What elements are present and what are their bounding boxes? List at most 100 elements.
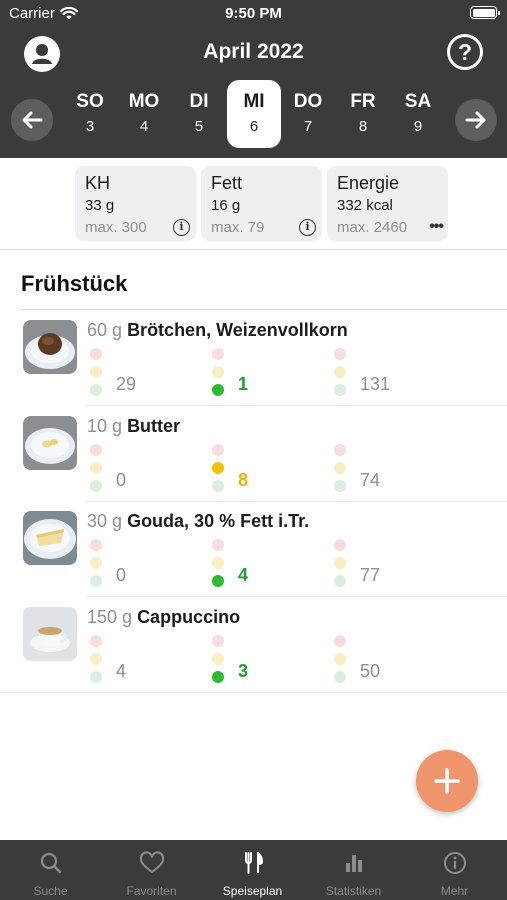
tab-label: Favoriten: [126, 884, 177, 898]
card-max: max. 300: [85, 219, 147, 236]
food-item[interactable]: 30 g Gouda, 30 % Fett i.Tr. 0 4 77: [0, 501, 507, 597]
carbs-traffic-light: [89, 539, 103, 593]
food-image: [23, 416, 77, 470]
food-title: 10 g Butter: [87, 416, 180, 437]
carbs-value: 0: [116, 565, 127, 585]
title-row: April 2022 ?: [0, 30, 507, 74]
card-max: max. 79: [211, 219, 265, 236]
carbs-card[interactable]: KH 33 g max. 300 i: [75, 166, 196, 241]
fat-traffic-light: [211, 635, 225, 689]
help-button[interactable]: ?: [447, 34, 483, 70]
next-week-button[interactable]: [455, 99, 497, 141]
fat-value: 3: [238, 661, 249, 681]
energy-value: 74: [360, 470, 381, 490]
food-amount: 30 g: [87, 511, 123, 531]
day-name: FR: [350, 91, 376, 112]
energy-card[interactable]: Energie 332 kcal max. 2460 •••: [327, 166, 448, 241]
fat-traffic-light: [211, 444, 225, 498]
food-item[interactable]: 60 g Brötchen, Weizenvollkorn 29 1 131: [0, 310, 507, 406]
day-name: DO: [293, 91, 323, 112]
day-number: 4: [139, 118, 149, 135]
food-title: 150 g Cappuccino: [87, 607, 240, 628]
day-so[interactable]: SO 3: [63, 80, 117, 148]
previous-week-button[interactable]: [11, 99, 53, 141]
carbs-value: 4: [116, 661, 127, 681]
food-name: Butter: [127, 416, 181, 436]
header: Carrier 9:50 PM April 2022 ? SO 3 MO 4 D…: [0, 0, 507, 158]
energy-value: 131: [360, 374, 391, 394]
food-title: 30 g Gouda, 30 % Fett i.Tr.: [87, 511, 309, 532]
carbs-value: 0: [116, 470, 127, 490]
tab-bar: Suche Favoriten Speiseplan Statistiken M…: [0, 840, 507, 900]
card-label: Fett: [211, 173, 243, 193]
day-di[interactable]: DI 5: [172, 80, 226, 148]
status-time: 9:50 PM: [225, 5, 282, 22]
carbs-value: 29: [116, 374, 137, 394]
carbs-traffic-light: [89, 348, 103, 402]
fork-knife-icon: [244, 852, 263, 874]
food-title: 60 g Brötchen, Weizenvollkorn: [87, 320, 348, 341]
day-do[interactable]: DO 7: [281, 80, 335, 148]
add-food-button[interactable]: [416, 750, 478, 812]
bar-chart-icon: [345, 855, 362, 872]
card-value: 16 g: [211, 197, 241, 214]
day-sa[interactable]: SA 9: [391, 80, 445, 148]
day-number: 5: [194, 118, 204, 135]
day-number: 7: [303, 118, 313, 135]
carbs-traffic-light: [89, 635, 103, 689]
food-name: Gouda, 30 % Fett i.Tr.: [127, 511, 310, 531]
month-title: April 2022: [203, 40, 304, 63]
heart-icon: [139, 851, 164, 873]
battery-icon: [470, 6, 500, 19]
food-amount: 10 g: [87, 416, 123, 436]
meal-title: Frühstück: [21, 271, 128, 296]
carbs-traffic-light: [89, 444, 103, 498]
status-bar: Carrier 9:50 PM: [0, 0, 507, 28]
food-amount: 150 g: [87, 607, 133, 627]
tab-favoriten[interactable]: Favoriten: [101, 840, 202, 900]
tab-suche[interactable]: Suche: [0, 840, 101, 900]
tab-speiseplan[interactable]: Speiseplan: [202, 840, 303, 900]
week-selector: SO 3 MO 4 DI 5 MI 6 DO 7 FR 8 SA 9: [0, 78, 507, 152]
info-icon[interactable]: i: [173, 219, 190, 236]
card-value: 33 g: [85, 197, 115, 214]
tab-label: Speiseplan: [222, 884, 283, 898]
day-name: SO: [76, 91, 104, 112]
card-label: Energie: [337, 173, 400, 193]
day-name: DI: [189, 91, 209, 112]
day-number: 3: [85, 118, 95, 135]
food-name: Cappuccino: [137, 607, 241, 627]
fat-value: 8: [238, 470, 249, 490]
card-max: max. 2460: [337, 219, 408, 236]
energy-traffic-light: [333, 539, 347, 593]
plus-icon: [434, 768, 460, 794]
divider: [0, 692, 507, 693]
day-mi-selected[interactable]: MI 6: [227, 80, 281, 148]
nutrient-summary: KH 33 g max. 300 i Fett 16 g max. 79 i E…: [0, 158, 507, 250]
card-label: KH: [85, 173, 111, 193]
food-amount: 60 g: [87, 320, 123, 340]
tab-label: Suche: [33, 884, 68, 898]
tab-mehr[interactable]: Mehr: [404, 840, 505, 900]
day-fr[interactable]: FR 8: [336, 80, 390, 148]
food-image: [23, 511, 77, 565]
tab-label: Mehr: [440, 884, 469, 898]
energy-value: 50: [360, 661, 381, 681]
food-item[interactable]: 10 g Butter 0 8 74: [0, 406, 507, 502]
arrow-right-icon: [465, 111, 486, 129]
fat-traffic-light: [211, 539, 225, 593]
day-name: MI: [243, 91, 265, 112]
arrow-left-icon: [22, 111, 43, 129]
day-mo[interactable]: MO 4: [117, 80, 171, 148]
info-icon: [443, 852, 466, 874]
tab-statistiken[interactable]: Statistiken: [303, 840, 404, 900]
more-icon[interactable]: •••: [429, 218, 444, 236]
day-number: 8: [358, 118, 368, 135]
fat-card[interactable]: Fett 16 g max. 79 i: [201, 166, 322, 241]
fat-value: 1: [238, 374, 249, 394]
card-value: 332 kcal: [337, 197, 393, 214]
energy-traffic-light: [333, 635, 347, 689]
energy-value: 77: [360, 565, 381, 585]
food-item[interactable]: 150 g Cappuccino 4 3 50: [0, 597, 507, 693]
info-icon[interactable]: i: [299, 219, 316, 236]
